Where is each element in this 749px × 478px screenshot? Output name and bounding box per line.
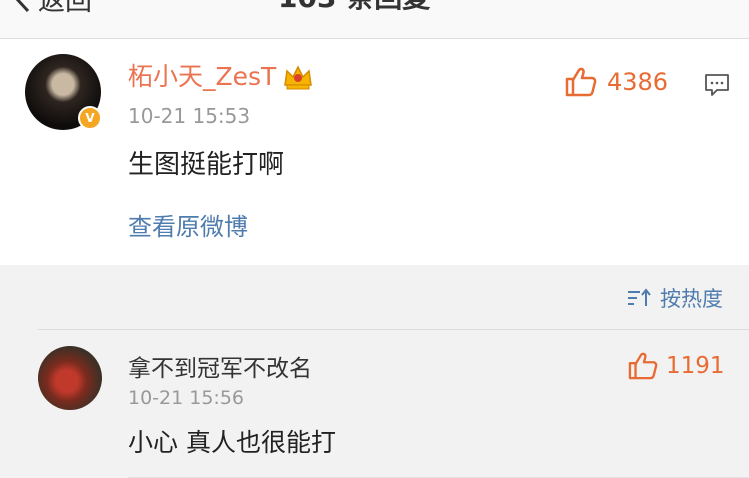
- comment-timestamp: 10-21 15:53: [128, 104, 251, 128]
- reply-comment-icon[interactable]: [703, 71, 731, 99]
- chevron-left-icon: [15, 0, 30, 13]
- back-button[interactable]: 返回: [12, 0, 92, 18]
- reply-like-button[interactable]: 1191: [628, 352, 725, 380]
- reply-timestamp: 10-21 15:56: [128, 387, 245, 409]
- sort-by-hot-toggle[interactable]: 按热度: [626, 283, 723, 313]
- reply-text: 小心 真人也很能打: [128, 428, 336, 457]
- like-count: 4386: [607, 68, 669, 96]
- sort-icon: [628, 288, 651, 306]
- thumbs-up-icon: [628, 352, 658, 380]
- reply-username[interactable]: 拿不到冠军不改名: [128, 349, 312, 383]
- like-button[interactable]: 4386: [565, 67, 668, 97]
- avatar[interactable]: [38, 346, 102, 410]
- view-original-link[interactable]: 查看原微博: [128, 207, 248, 242]
- verified-badge-icon: V: [78, 106, 102, 130]
- back-label: 返回: [38, 0, 92, 17]
- crown-icon: [284, 65, 313, 90]
- comment-text: 生图挺能打啊: [128, 150, 285, 180]
- reply-item: 拿不到冠军不改名 10-21 15:56 小心 真人也很能打 1191: [0, 330, 749, 478]
- comment-username[interactable]: 柘小天_ZesT: [128, 61, 314, 93]
- main-comment: V 柘小天_ZesT 10-21 15:53 生图挺能打啊 查看原微博 4386: [0, 39, 749, 265]
- username-text: 柘小天_ZesT: [128, 62, 277, 91]
- page-title: 103 条回复: [278, 0, 430, 18]
- sort-label: 按热度: [660, 287, 723, 311]
- sort-row: 按热度: [0, 265, 749, 329]
- reply-like-count: 1191: [666, 353, 725, 379]
- thumbs-up-icon: [565, 67, 597, 97]
- top-navigation-bar: 返回 103 条回复: [0, 0, 749, 39]
